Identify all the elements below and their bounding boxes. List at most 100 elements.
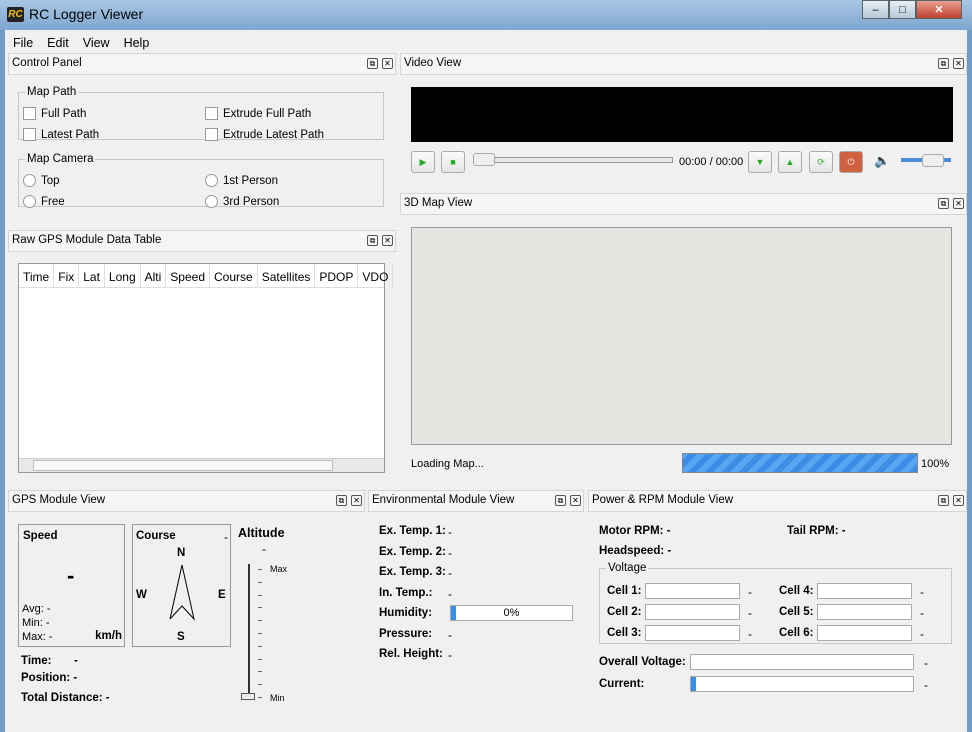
headspeed-value: -	[667, 545, 672, 557]
close-icon[interactable]: ✕	[382, 235, 393, 246]
dock-title: Video View	[404, 57, 462, 69]
camera-top-radio[interactable]: Top	[23, 174, 60, 187]
cell-label: Cell 6:	[779, 627, 814, 639]
altitude-tick	[258, 569, 262, 570]
close-icon[interactable]: ✕	[953, 198, 964, 209]
dock-title: Environmental Module View	[372, 494, 515, 506]
map-camera-group: Map Camera	[18, 153, 384, 207]
overall-voltage-label: Overall Voltage:	[599, 656, 686, 668]
main-window: File Edit View Help Control Panel ⧉ ✕ Map…	[5, 30, 967, 732]
altitude-handle[interactable]	[241, 693, 255, 700]
close-button[interactable]: ✕	[916, 0, 962, 19]
altitude-tick	[258, 671, 262, 673]
float-icon[interactable]: ⧉	[555, 495, 566, 506]
menu-file[interactable]: File	[5, 34, 39, 54]
column-header[interactable]: PDOP	[315, 264, 359, 287]
close-icon[interactable]: ✕	[351, 495, 362, 506]
cell-label: Cell 1:	[607, 585, 642, 597]
position-label: Position:	[21, 672, 71, 684]
column-header[interactable]: Fix	[54, 264, 80, 287]
video-seek-slider[interactable]	[473, 157, 673, 163]
sync-button[interactable]: ⟳	[809, 151, 833, 173]
current-value: -	[924, 678, 928, 692]
float-icon[interactable]: ⧉	[938, 198, 949, 209]
close-icon[interactable]: ✕	[382, 58, 393, 69]
full-path-checkbox[interactable]: Full Path	[23, 107, 86, 120]
stop-button[interactable]: ■	[441, 151, 465, 173]
altitude-tick	[258, 697, 262, 698]
env-value: -	[448, 648, 452, 662]
altitude-label: Altitude	[238, 526, 285, 540]
cell-voltage-bar	[817, 604, 912, 620]
extrude-latest-path-checkbox[interactable]: Extrude Latest Path	[205, 128, 324, 141]
volume-handle[interactable]	[921, 154, 944, 167]
cell-label: Cell 2:	[607, 606, 642, 618]
minimize-button[interactable]: –	[862, 0, 889, 19]
slower-button[interactable]: ▼	[748, 151, 772, 173]
course-box: Course - N S W E	[132, 524, 231, 647]
close-icon[interactable]: ✕	[953, 495, 964, 506]
map-progress-bar	[682, 453, 918, 473]
env-label: Ex. Temp. 3:	[379, 566, 446, 578]
float-icon[interactable]: ⧉	[367, 235, 378, 246]
altitude-slider[interactable]	[248, 564, 250, 696]
column-header[interactable]: Satellites	[258, 264, 316, 287]
tail-rpm-value: -	[841, 525, 846, 537]
column-header[interactable]: Speed	[166, 264, 210, 287]
map-status: Loading Map...	[411, 458, 484, 470]
cell-value: -	[748, 606, 752, 620]
distance-value: -	[105, 692, 110, 704]
column-header[interactable]: Long	[105, 264, 141, 287]
float-icon[interactable]: ⧉	[367, 58, 378, 69]
video-display	[411, 87, 953, 142]
faster-button[interactable]: ▲	[778, 151, 802, 173]
gps-table-dock: Raw GPS Module Data Table ⧉ ✕ Time Fix Lat L…	[8, 230, 396, 484]
altitude-value: -	[262, 542, 266, 556]
close-icon[interactable]: ✕	[570, 495, 581, 506]
column-header[interactable]: Course	[210, 264, 258, 287]
cell-voltage-bar	[817, 583, 912, 599]
column-header[interactable]: Lat	[79, 264, 105, 287]
camera-3rd-person-radio[interactable]: 3rd Person	[205, 195, 279, 208]
close-icon[interactable]: ✕	[953, 58, 964, 69]
float-icon[interactable]: ⧉	[336, 495, 347, 506]
scrollbar-thumb[interactable]	[33, 460, 333, 471]
altitude-tick	[258, 645, 262, 647]
camera-free-radio[interactable]: Free	[23, 195, 65, 208]
column-header[interactable]: Alti	[141, 264, 167, 287]
maximize-button[interactable]: □	[889, 0, 916, 19]
menu-edit[interactable]: Edit	[39, 34, 75, 54]
menu-help[interactable]: Help	[116, 34, 156, 54]
extrude-full-path-checkbox[interactable]: Extrude Full Path	[205, 107, 311, 120]
horizontal-scrollbar[interactable]	[19, 458, 384, 472]
map-canvas[interactable]	[411, 227, 952, 445]
env-label: Ex. Temp. 1:	[379, 525, 446, 537]
app-logo: RC	[7, 7, 24, 22]
column-header[interactable]: Time	[19, 264, 55, 287]
seek-handle[interactable]	[473, 153, 495, 166]
cell-label: Cell 4:	[779, 585, 814, 597]
menu-bar: File Edit View Help	[5, 34, 155, 54]
speed-avg: -	[46, 603, 51, 615]
float-icon[interactable]: ⧉	[938, 495, 949, 506]
column-header[interactable]: VDO	[358, 264, 394, 287]
volume-icon[interactable]: 🔈	[874, 153, 890, 169]
cell-value: -	[920, 627, 924, 641]
cell-value: -	[920, 606, 924, 620]
menu-view[interactable]: View	[75, 34, 116, 54]
camera-1st-person-radio[interactable]: 1st Person	[205, 174, 278, 187]
gps-data-table[interactable]: Time Fix Lat Long Alti Speed Course Satellites P…	[18, 263, 394, 473]
course-value: -	[224, 530, 228, 544]
cell-value: -	[920, 585, 924, 599]
dock-title: Power & RPM Module View	[592, 494, 734, 506]
power-button[interactable]: ⏻	[839, 151, 863, 173]
group-title: Map Path	[27, 86, 77, 98]
latest-path-checkbox[interactable]: Latest Path	[23, 128, 99, 141]
altitude-tick	[258, 581, 262, 583]
float-icon[interactable]: ⧉	[938, 58, 949, 69]
env-label: Humidity:	[379, 607, 433, 619]
video-view-dock: Video View ⧉ ✕ ▶ ■ 00:00 / 00:00 ▼ ▲ ⟳ ⏻ …	[400, 53, 967, 191]
video-time: 00:00 / 00:00	[679, 156, 744, 168]
play-button[interactable]: ▶	[411, 151, 435, 173]
env-label: In. Temp.:	[379, 586, 433, 599]
